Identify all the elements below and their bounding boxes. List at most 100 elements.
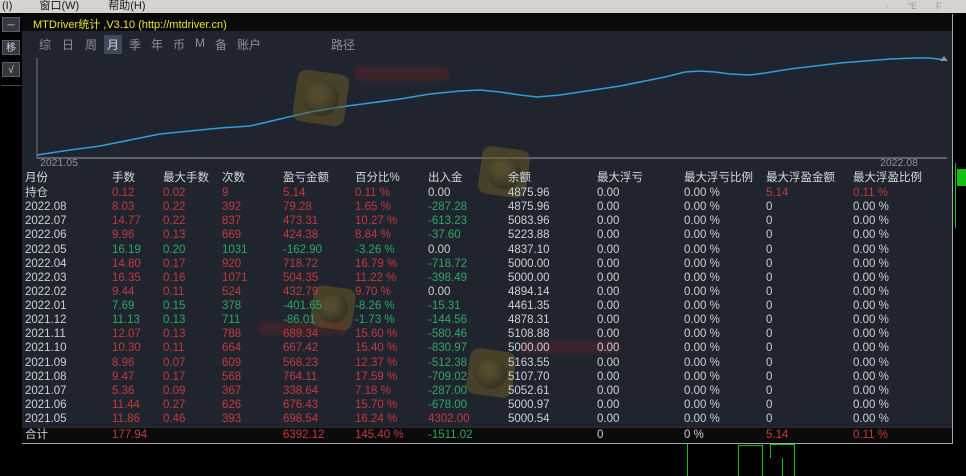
cell: 0.11 % [853, 428, 952, 443]
cell: 0.00 % [684, 299, 766, 313]
tab-账户[interactable]: 账户 [234, 35, 264, 54]
tab-日[interactable]: 日 [59, 35, 77, 54]
cell: 9.96 [112, 228, 163, 242]
cell: 0 [766, 214, 853, 228]
cell: 0.00 % [853, 313, 950, 327]
tab-年[interactable]: 年 [148, 35, 166, 54]
cell: 2022.02 [25, 285, 112, 299]
cell: 0 [766, 271, 853, 285]
cell: 0.00 % [684, 412, 766, 426]
cell: 0.02 [163, 186, 222, 200]
cell: 5000.97 [508, 398, 597, 412]
cell: -287.28 [428, 200, 508, 214]
cell: 0.07 [163, 356, 222, 370]
table-row[interactable]: 2021.089.470.17568764.1117.59 %-709.0251… [25, 370, 950, 384]
cell: 最大浮盈比例 [853, 170, 950, 186]
cell: 0.00 % [853, 243, 950, 257]
tab-M[interactable]: M [192, 35, 208, 51]
table-row[interactable]: 2021.098.960.07609568.2312.37 %-512.3851… [25, 356, 950, 370]
tab-备[interactable]: 备 [212, 35, 230, 54]
cell: 5223.88 [508, 228, 597, 242]
cell: 最大浮盈金额 [766, 170, 853, 186]
table-row[interactable]: 2021.1112.070.13788689.3415.60 %-580.465… [25, 327, 950, 341]
cell: 0.00 [597, 412, 684, 426]
cell: 393 [222, 412, 283, 426]
tab-月[interactable]: 月 [104, 35, 122, 54]
check-tool-button[interactable]: √ [2, 62, 20, 77]
cell: 5052.61 [508, 384, 597, 398]
cell: 0.00 % [684, 370, 766, 384]
cell: 0 [766, 228, 853, 242]
bg-chart-line [794, 458, 795, 476]
window-titlebar[interactable]: MTDriver统计 ,V3.10 (http://mtdriver.cn) [22, 14, 952, 31]
cell: 0.00 % [684, 243, 766, 257]
table-row[interactable]: 持仓0.120.0295.140.11 %0.004875.960.000.00… [25, 186, 950, 200]
table-row[interactable]: 2021.075.360.09367338.647.18 %-287.00505… [25, 384, 950, 398]
menu-item-help[interactable]: 帮助(H) [108, 0, 145, 13]
cell: 1031 [222, 243, 283, 257]
cell: 0 [766, 285, 853, 299]
cell: 0.00 % [853, 412, 950, 426]
cell: 最大浮亏比例 [684, 170, 766, 186]
table-row[interactable]: 2021.1010.300.11664667.4215.40 %-830.975… [25, 341, 950, 355]
cell: -401.65 [283, 299, 355, 313]
table-row[interactable]: 2022.029.440.11524432.799.70 %0.004894.1… [25, 285, 950, 299]
cell: 次数 [222, 170, 283, 186]
menu-item-window[interactable]: 窗口(W) [39, 0, 79, 13]
cell: 764.11 [283, 370, 355, 384]
cell: 667.42 [283, 341, 355, 355]
tab-综[interactable]: 综 [36, 35, 54, 54]
tab-币[interactable]: 币 [170, 35, 188, 54]
table-row[interactable]: 2022.017.690.15378-401.65-8.26 %-15.3144… [25, 299, 950, 313]
cell: 0 [766, 327, 853, 341]
minimize-tool-button[interactable]: ─ [2, 17, 20, 32]
tab-季[interactable]: 季 [126, 35, 144, 54]
total-row[interactable]: 合计177.946392.12145.40 %-1511.0200 %5.140… [22, 427, 952, 443]
cell: 4875.96 [508, 186, 597, 200]
cell: -8.26 % [355, 299, 428, 313]
cell: 0.00 % [684, 341, 766, 355]
table-row[interactable]: 2022.0516.190.201031-162.90-3.26 %0.0048… [25, 243, 950, 257]
cell: 5000.00 [508, 341, 597, 355]
cell: -709.02 [428, 370, 508, 384]
table-row[interactable]: 2021.1211.130.13711-86.01-1.73 %-144.564… [25, 313, 950, 327]
cell: -144.56 [428, 313, 508, 327]
cell: 0.00 [428, 243, 508, 257]
chart-scroll-arrow-icon[interactable] [940, 56, 948, 61]
table-row[interactable]: 2022.0414.800.17920718.7216.79 %-718.725… [25, 257, 950, 271]
move-tool-button[interactable]: 移 [2, 40, 20, 55]
cell: 0.11 % [853, 186, 950, 200]
cell: 0.00 % [853, 257, 950, 271]
os-menubar: (I) 窗口(W) 帮助(H) · “E F [0, 0, 966, 13]
cell: 0.00 % [684, 228, 766, 242]
cell: 2021.12 [25, 313, 112, 327]
cell: 0.00 [597, 370, 684, 384]
tab-周[interactable]: 周 [82, 35, 100, 54]
table-row[interactable]: 2022.0316.350.161071504.3511.22 %-398.49… [25, 271, 950, 285]
cell: 0.00 % [684, 313, 766, 327]
cell: 4878.31 [508, 313, 597, 327]
cell: 0.00 [597, 356, 684, 370]
bg-chart-bracket [770, 444, 795, 458]
cell: -398.49 [428, 271, 508, 285]
table-row[interactable]: 2022.088.030.2239279.281.65 %-287.284875… [25, 200, 950, 214]
path-label[interactable]: 路径 [328, 35, 358, 54]
table-row[interactable]: 2021.0511.860.46393698.5416.24 %4302.005… [25, 412, 950, 426]
cell: -37.60 [428, 228, 508, 242]
menu-item-partial[interactable]: (I) [2, 0, 12, 13]
cell: 5108.88 [508, 327, 597, 341]
cell: 2022.06 [25, 228, 112, 242]
cell: -162.90 [283, 243, 355, 257]
cell: 698.54 [283, 412, 355, 426]
cell: 0.11 [163, 341, 222, 355]
table-row[interactable]: 2022.069.960.13669424.388.84 %-37.605223… [25, 228, 950, 242]
cell: -580.46 [428, 327, 508, 341]
cell: 合计 [25, 428, 112, 443]
total-row-cells[interactable]: 合计177.946392.12145.40 %-1511.0200 %5.140… [22, 428, 952, 443]
toolbar-faint-icon: · [886, 0, 889, 13]
cell: 0.00 % [853, 341, 950, 355]
table-row[interactable]: 2022.0714.770.22837473.3110.27 %-613.235… [25, 214, 950, 228]
cell: 0.13 [163, 313, 222, 327]
cell: 0 [766, 412, 853, 426]
table-row[interactable]: 2021.0611.440.27626676.4315.70 %-678.005… [25, 398, 950, 412]
